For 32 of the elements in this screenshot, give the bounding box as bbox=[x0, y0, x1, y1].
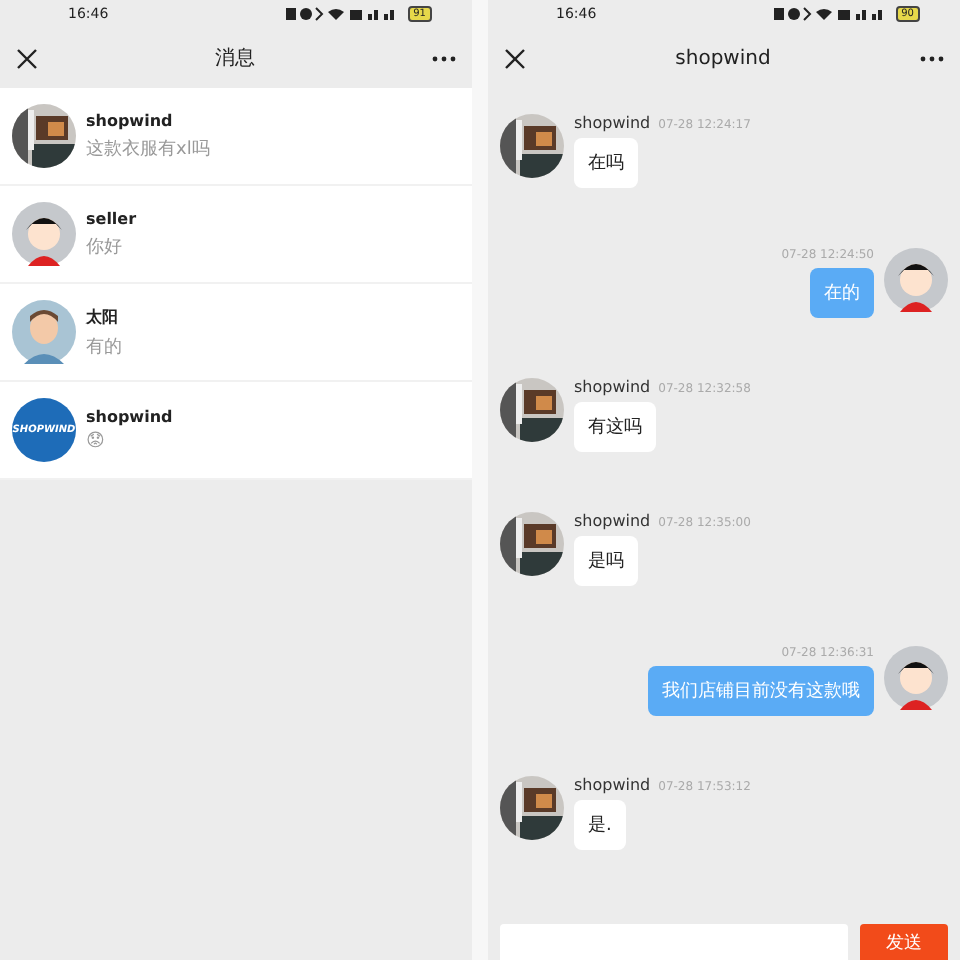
avatar-icon bbox=[12, 202, 76, 266]
avatar-icon bbox=[12, 300, 76, 364]
conversation-item[interactable]: shopwind 这款衣服有xl吗 bbox=[0, 88, 472, 186]
avatar-icon bbox=[884, 248, 948, 312]
message-bubble: 在吗 bbox=[574, 138, 638, 188]
sender-name: shopwind bbox=[574, 776, 651, 794]
more-icon[interactable] bbox=[432, 55, 456, 61]
conversation-item[interactable]: 太阳 有的 bbox=[0, 284, 472, 382]
message-preview: 😟 bbox=[86, 432, 107, 452]
send-button[interactable]: 发送 bbox=[860, 924, 948, 960]
conversation-item[interactable]: seller 你好 bbox=[0, 186, 472, 284]
contact-name: 太阳 bbox=[86, 305, 120, 327]
chat-title: shopwind bbox=[675, 47, 771, 69]
page-title: 消息 bbox=[215, 45, 255, 72]
close-icon[interactable] bbox=[504, 47, 526, 69]
message-preview: 这款衣服有xl吗 bbox=[86, 137, 210, 161]
message-bubble: 在的 bbox=[810, 268, 874, 318]
contact-name: shopwind bbox=[86, 111, 175, 129]
contact-name: shopwind bbox=[86, 408, 173, 426]
sender-name: shopwind bbox=[574, 114, 651, 132]
message-bubble: 我们店铺目前没有这款哦 bbox=[648, 666, 874, 716]
message-bubble: 有这吗 bbox=[574, 402, 656, 452]
sender-name: shopwind bbox=[574, 512, 651, 530]
message-bubble: 是吗 bbox=[574, 536, 638, 586]
message-preview: 有的 bbox=[86, 335, 122, 359]
message-bubble: 是. bbox=[574, 800, 626, 850]
close-icon[interactable] bbox=[16, 47, 38, 69]
more-icon[interactable] bbox=[920, 55, 944, 61]
avatar-icon bbox=[884, 646, 948, 710]
message-preview: 你好 bbox=[86, 235, 124, 259]
sender-name: shopwind bbox=[574, 378, 651, 396]
contact-name: seller bbox=[86, 209, 137, 227]
